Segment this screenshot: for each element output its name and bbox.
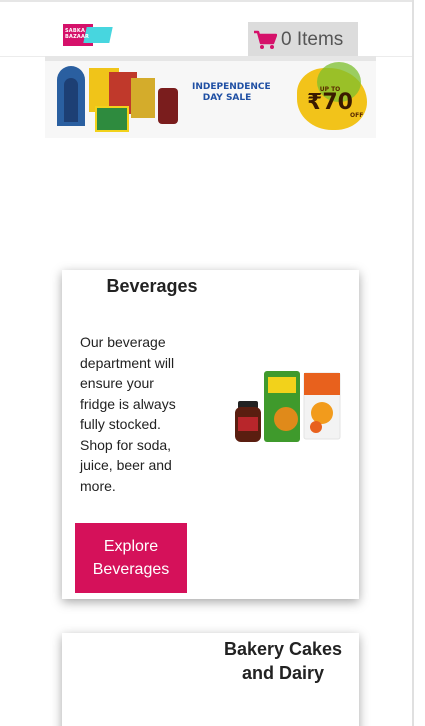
category-title: Beverages: [106, 276, 198, 296]
page-right-border: [412, 0, 414, 726]
banner-offer-suffix: OFF: [350, 112, 364, 119]
promo-banner[interactable]: INDEPENDENCE DAY SALE UP TO ₹70 OFF: [45, 56, 376, 138]
beverages-product-image: [235, 371, 341, 442]
banner-product-green-box: [95, 106, 129, 132]
banner-title-line2: DAY SALE: [202, 93, 252, 103]
category-title: Bakery Cakes and Dairy: [223, 639, 343, 683]
banner-top-stripe: [45, 56, 376, 61]
banner-title-line1: INDEPENDENCE: [192, 82, 271, 92]
shopping-cart-icon: [254, 30, 277, 49]
category-card-beverages: Beverages Our beverage department will e…: [62, 270, 359, 599]
sabka-bazaar-logo[interactable]: SABKA BAZAAR: [63, 24, 113, 46]
banner-product-gold-pack: [131, 78, 155, 118]
banner-sale-title: INDEPENDENCE DAY SALE: [192, 82, 271, 104]
category-card-bakery: Bakery Cakes and Dairy: [62, 633, 359, 726]
banner-product-jar: [158, 88, 178, 124]
site-header: SABKA BAZAAR 0 Items: [0, 2, 412, 58]
cart-item-count: 0 Items: [281, 29, 344, 50]
explore-button-label: Explore Beverages: [92, 538, 170, 578]
cart-button[interactable]: 0 Items: [248, 22, 358, 58]
category-description: Our beverage department will ensure your…: [80, 334, 176, 494]
logo-text: SABKA BAZAAR: [65, 28, 90, 40]
explore-beverages-button[interactable]: Explore Beverages: [75, 523, 187, 593]
banner-mosque-inner-graphic: [64, 78, 78, 122]
